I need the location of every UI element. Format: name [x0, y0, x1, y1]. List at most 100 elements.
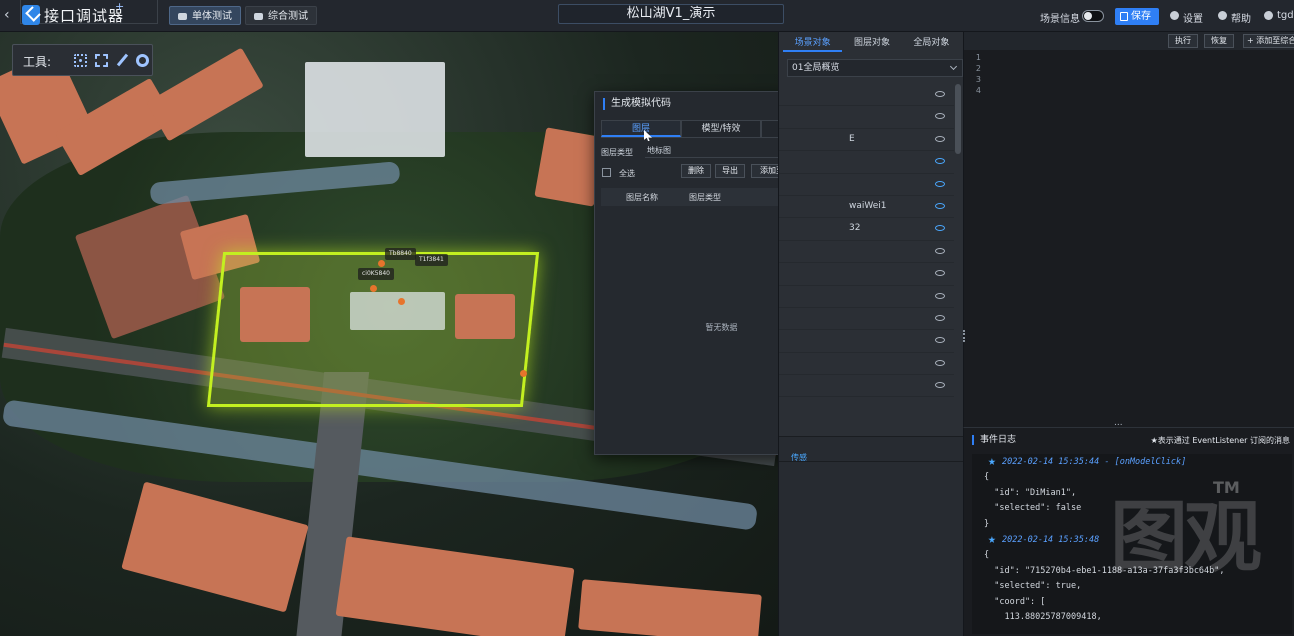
- eye-icon[interactable]: [935, 359, 945, 366]
- single-test-button[interactable]: 单体测试: [169, 6, 241, 25]
- code-line: "coord": [: [984, 596, 1046, 607]
- dialog-title: 生成模拟代码: [603, 98, 671, 110]
- user-icon: [1264, 11, 1273, 20]
- line-number: 4: [975, 86, 981, 95]
- splitter-handle[interactable]: [963, 330, 967, 342]
- line-number: 2: [975, 64, 981, 73]
- select-all-checkbox[interactable]: [602, 168, 611, 177]
- event-log-title: 事件日志: [972, 435, 1016, 445]
- back-arrow-icon[interactable]: ‹: [4, 6, 18, 24]
- gears-icon[interactable]: [136, 54, 149, 67]
- white-building: [350, 292, 445, 330]
- line-number: 1: [975, 53, 981, 62]
- pen-icon[interactable]: [116, 54, 129, 67]
- list-item-label: 32: [849, 223, 861, 234]
- column-layer-type: 图层类型: [689, 193, 721, 202]
- export-button[interactable]: 导出: [715, 164, 745, 178]
- poi-label[interactable]: T1f3841: [415, 254, 448, 266]
- poi-marker-icon[interactable]: [520, 370, 527, 377]
- layer-type-label: 图层类型: [601, 148, 633, 157]
- list-item[interactable]: [779, 106, 954, 129]
- list-item[interactable]: [779, 241, 954, 264]
- save-icon: [1120, 12, 1128, 21]
- white-building: [305, 62, 445, 157]
- top-bar: ‹ 接口调试器 + 单体测试 综合测试 松山湖V1_演示 场景信息 保存 设置 …: [0, 0, 1294, 32]
- event-entry-header: ★ 2022-02-14 15:35:44 - [onModelClick]: [972, 454, 1292, 470]
- frame-select-icon[interactable]: [95, 54, 108, 67]
- tab-model-effect[interactable]: 模型/特效: [681, 120, 761, 137]
- event-timestamp: 2022-02-14 15:35:44 - [onModelClick]: [1002, 457, 1187, 467]
- settings-button[interactable]: 设置: [1170, 10, 1203, 25]
- reset-button[interactable]: 恢复: [1204, 34, 1234, 48]
- layer-type-value: 地标图: [647, 146, 671, 155]
- eye-icon[interactable]: [935, 180, 945, 187]
- delete-button[interactable]: 删除: [681, 164, 711, 178]
- poi-label[interactable]: ci0K5840: [358, 268, 394, 280]
- poi-marker-icon[interactable]: [378, 260, 385, 267]
- scene-info-toggle[interactable]: [1082, 10, 1104, 22]
- eye-icon[interactable]: [935, 158, 945, 165]
- list-item[interactable]: [779, 174, 954, 196]
- help-label: 帮助: [1231, 14, 1251, 25]
- save-button[interactable]: 保存: [1115, 8, 1159, 25]
- building-roof: [121, 481, 309, 613]
- tab-global-objects[interactable]: 全局对象: [902, 34, 961, 52]
- line-gutter: 1 2 3 4: [964, 52, 984, 96]
- list-item-label: E: [849, 133, 855, 144]
- eye-icon[interactable]: [935, 225, 945, 232]
- eye-icon[interactable]: [935, 292, 945, 299]
- footer-link[interactable]: 传感: [791, 452, 807, 463]
- resize-handle[interactable]: ...: [1114, 418, 1123, 428]
- list-item[interactable]: waiWei1: [779, 196, 954, 219]
- eye-icon[interactable]: [935, 202, 945, 209]
- scene-panel-tabs: 场景对象 图层对象 全局对象: [783, 34, 961, 52]
- tab-layer[interactable]: 图层: [601, 120, 681, 137]
- eye-icon[interactable]: [935, 270, 945, 277]
- overview-select[interactable]: 01全局概览: [787, 59, 963, 77]
- eye-icon[interactable]: [935, 113, 945, 120]
- list-item[interactable]: [779, 84, 954, 107]
- tab-scene-objects[interactable]: 场景对象: [783, 34, 843, 52]
- scrollbar[interactable]: [955, 84, 961, 154]
- list-item[interactable]: [779, 375, 954, 398]
- combo-test-button[interactable]: 综合测试: [245, 6, 317, 25]
- list-item[interactable]: [779, 151, 954, 174]
- list-item[interactable]: [779, 263, 954, 286]
- user-name: tgd: [1277, 10, 1294, 21]
- help-button[interactable]: 帮助: [1218, 10, 1251, 25]
- code-editor[interactable]: 执行 恢复 + 添加至综合 1 2 3 4: [963, 32, 1294, 427]
- list-item[interactable]: [779, 330, 954, 353]
- list-item[interactable]: [779, 353, 954, 376]
- tab-layer-objects[interactable]: 图层对象: [842, 34, 901, 52]
- eye-icon[interactable]: [935, 247, 945, 254]
- eye-icon[interactable]: [935, 314, 945, 321]
- list-item[interactable]: 32: [779, 218, 954, 241]
- scene-panel-lower: [779, 436, 964, 636]
- add-to-combo-editor-button[interactable]: + 添加至综合: [1243, 34, 1294, 48]
- user-menu[interactable]: tgd: [1264, 10, 1294, 21]
- eye-icon[interactable]: [935, 382, 945, 389]
- eye-icon[interactable]: [935, 135, 945, 142]
- run-button[interactable]: 执行: [1168, 34, 1198, 48]
- combo-test-label: 综合测试: [268, 11, 308, 22]
- building-roof: [455, 294, 515, 339]
- focus-icon[interactable]: [74, 54, 87, 67]
- app-title-superscript: +: [115, 0, 125, 13]
- settings-label: 设置: [1183, 14, 1203, 25]
- scene-object-panel: 场景对象 图层对象 全局对象 01全局概览 EwaiWei1 32 传感: [778, 32, 964, 636]
- building-roof: [146, 47, 264, 142]
- list-item[interactable]: [779, 286, 954, 308]
- list-item[interactable]: [779, 308, 954, 331]
- tool-label: 工具:: [23, 55, 52, 69]
- select-all-label: 全选: [619, 169, 635, 178]
- editor-toolbar: 执行 恢复 + 添加至综合: [964, 32, 1294, 50]
- poi-label[interactable]: Tb8840: [385, 248, 416, 260]
- poi-marker-icon[interactable]: [370, 285, 377, 292]
- event-log-note: ★表示通过 EventListener 订阅的消息: [1150, 436, 1290, 445]
- list-item[interactable]: E: [779, 129, 954, 152]
- poi-marker-icon[interactable]: [398, 298, 405, 305]
- eye-icon[interactable]: [935, 91, 945, 97]
- app-logo-icon: [22, 5, 40, 25]
- eye-icon[interactable]: [935, 337, 945, 344]
- single-test-label: 单体测试: [192, 11, 232, 22]
